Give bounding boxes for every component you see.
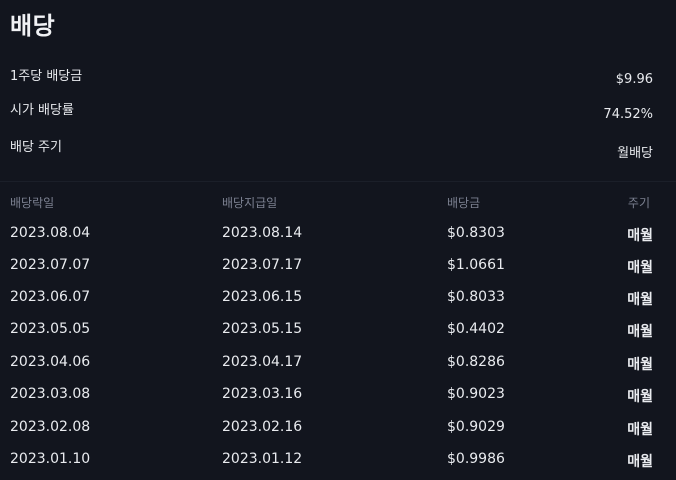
table-header: 배당락일 배당지급일 배당금 주기 — [10, 194, 650, 212]
ex-date-cell: 2023.08.04 — [10, 225, 91, 241]
summary-value: 월배당 — [617, 146, 653, 161]
column-header-cycle: 주기 — [627, 196, 650, 210]
section-divider — [0, 181, 676, 182]
summary-value: 74.52% — [603, 107, 653, 122]
cycle-cell: 매월 — [627, 357, 653, 373]
pay-date-cell: 2023.05.15 — [222, 321, 303, 337]
table-row: 2023.06.07 2023.06.15 $0.8033 매월 — [10, 289, 653, 309]
pay-date-cell: 2023.01.12 — [222, 451, 303, 467]
pay-date-cell: 2023.04.17 — [222, 354, 303, 370]
cycle-cell: 매월 — [627, 389, 653, 405]
summary-row-dividend-yield: 시가 배당률 74.52% — [10, 95, 653, 122]
cycle-cell: 매월 — [627, 324, 653, 340]
pay-date-cell: 2023.08.14 — [222, 225, 303, 241]
table-row: 2023.04.06 2023.04.17 $0.8286 매월 — [10, 354, 653, 374]
column-header-pay-date: 배당지급일 — [222, 196, 278, 210]
summary-row-dividend-cycle: 배당 주기 월배당 — [10, 130, 653, 161]
summary-label: 시가 배당률 — [10, 103, 74, 118]
table-row: 2023.01.10 2023.01.12 $0.9986 매월 — [10, 451, 653, 471]
pay-date-cell: 2023.06.15 — [222, 289, 303, 305]
ex-date-cell: 2023.07.07 — [10, 257, 91, 273]
cycle-cell: 매월 — [627, 454, 653, 470]
summary-label: 배당 주기 — [10, 140, 62, 155]
ex-date-cell: 2023.04.06 — [10, 354, 91, 370]
amount-cell: $0.8286 — [447, 354, 505, 370]
cycle-cell: 매월 — [627, 422, 653, 438]
table-row: 2023.03.08 2023.03.16 $0.9023 매월 — [10, 386, 653, 406]
pay-date-cell: 2023.03.16 — [222, 386, 303, 402]
amount-cell: $0.4402 — [447, 321, 505, 337]
ex-date-cell: 2023.02.08 — [10, 419, 91, 435]
table-row: 2023.05.05 2023.05.15 $0.4402 매월 — [10, 321, 653, 341]
amount-cell: $0.8303 — [447, 225, 505, 241]
column-header-ex-date: 배당락일 — [10, 196, 55, 210]
ex-date-cell: 2023.05.05 — [10, 321, 91, 337]
amount-cell: $1.0661 — [447, 257, 505, 273]
page-title: 배당 — [10, 12, 56, 40]
table-row: 2023.02.08 2023.02.16 $0.9029 매월 — [10, 419, 653, 439]
column-header-amount: 배당금 — [447, 196, 481, 210]
table-row: 2023.08.04 2023.08.14 $0.8303 매월 — [10, 225, 653, 245]
amount-cell: $0.9023 — [447, 386, 505, 402]
cycle-cell: 매월 — [627, 292, 653, 308]
pay-date-cell: 2023.02.16 — [222, 419, 303, 435]
summary-value: $9.96 — [615, 72, 653, 87]
ex-date-cell: 2023.06.07 — [10, 289, 91, 305]
summary-row-dividend-per-share: 1주당 배당금 $9.96 — [10, 62, 653, 87]
cycle-cell: 매월 — [627, 260, 653, 276]
amount-cell: $0.8033 — [447, 289, 505, 305]
cycle-cell: 매월 — [627, 228, 653, 244]
ex-date-cell: 2023.03.08 — [10, 386, 91, 402]
table-row: 2023.07.07 2023.07.17 $1.0661 매월 — [10, 257, 653, 277]
amount-cell: $0.9029 — [447, 419, 505, 435]
ex-date-cell: 2023.01.10 — [10, 451, 91, 467]
summary-label: 1주당 배당금 — [10, 69, 83, 84]
pay-date-cell: 2023.07.17 — [222, 257, 303, 273]
amount-cell: $0.9986 — [447, 451, 505, 467]
